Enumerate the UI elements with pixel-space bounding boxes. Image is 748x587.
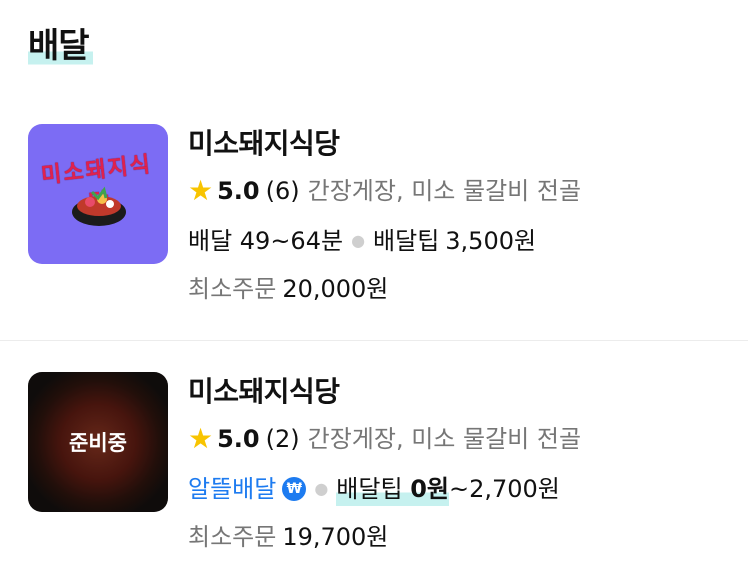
store-card[interactable]: 준비중 미소돼지식당 ★ 5.0 (2) 간장게장, 미소 물갈비 전골 알뜰배… [0,372,748,587]
separator-dot: ● [351,231,366,250]
won-coin-icon: ₩ [282,477,307,501]
saver-delivery-label: 알뜰배달 [188,475,277,503]
tip-value: 3,500원 [445,227,537,255]
min-order-value: 19,700원 [282,523,389,551]
rating-row: ★ 5.0 (6) 간장게장, 미소 물갈비 전골 [188,174,581,208]
tip-label: 배달팁 [373,227,440,255]
tip-value-min: 0원 [410,475,449,503]
tip-label: 배달팁 [336,475,403,503]
menu-summary: 간장게장, 미소 물갈비 전골 [307,177,582,205]
min-order-row: 최소주문 19,700원 [188,520,388,554]
menu-summary: 간장게장, 미소 물갈비 전골 [307,425,582,453]
rating-row: ★ 5.0 (2) 간장게장, 미소 물갈비 전골 [188,422,581,456]
store-name[interactable]: 미소돼지식당 [188,124,340,164]
hotpot-icon [72,186,126,226]
rating-value: 5.0 [217,425,260,453]
section-title: 배달 [28,24,93,68]
min-order-row: 최소주문 20,000원 [188,272,388,306]
review-count: (2) [265,425,300,453]
tip-highlight: 배달팁 0원 [336,472,449,506]
star-icon: ★ [188,422,214,455]
tip-value-max: ~2,700원 [448,475,560,503]
store-thumbnail[interactable]: 준비중 [28,372,168,512]
separator-dot: ● [314,479,329,498]
review-count: (6) [265,177,300,205]
store-thumbnail[interactable]: 미소돼지식당 [28,124,168,264]
rating-value: 5.0 [217,177,260,205]
store-name[interactable]: 미소돼지식당 [188,372,340,412]
preparing-label: 준비중 [69,431,127,455]
divider [0,340,748,341]
store-card[interactable]: 미소돼지식당 미소돼지식당 ★ 5.0 (6) 간장게장, 미소 물갈비 전골 … [0,124,748,340]
min-order-label: 최소주문 [188,523,277,551]
delivery-row: 알뜰배달 ₩ ● 배달팁 0원 ~2,700원 [188,472,560,506]
preparing-overlay: 준비중 [28,372,168,512]
delivery-time: 배달 49~64분 [188,227,344,255]
min-order-value: 20,000원 [282,275,389,303]
delivery-row: 배달 49~64분 ● 배달팁 3,500원 [188,224,536,258]
star-icon: ★ [188,174,214,207]
min-order-label: 최소주문 [188,275,277,303]
